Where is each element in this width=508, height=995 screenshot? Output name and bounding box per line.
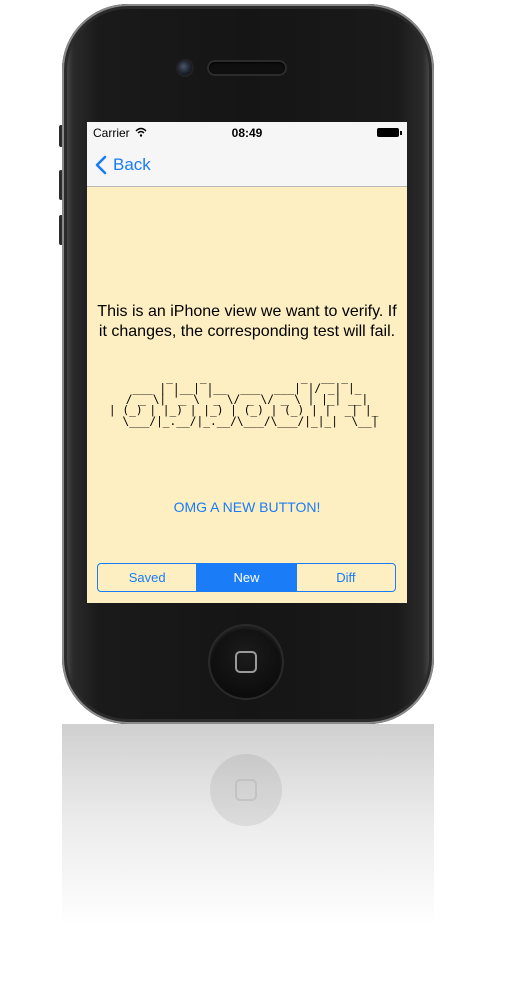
- camera-icon: [178, 61, 192, 75]
- back-button-label: Back: [113, 155, 151, 174]
- speaker-grille: [209, 62, 285, 74]
- reflection-home-button: [210, 754, 282, 826]
- phone-reflection: [62, 724, 434, 995]
- segment-saved[interactable]: Saved: [98, 564, 198, 591]
- status-bar: Carrier 08:49: [87, 122, 407, 142]
- omg-new-button[interactable]: OMG A NEW BUTTON!: [87, 499, 407, 515]
- device-screen: Carrier 08:49 Back This is an iPhone vie…: [87, 122, 407, 603]
- segment-diff[interactable]: Diff: [297, 564, 395, 591]
- status-time: 08:49: [231, 126, 263, 140]
- segmented-control: Saved New Diff: [97, 563, 396, 592]
- home-button[interactable]: [210, 626, 282, 698]
- navigation-bar: Carrier 08:49 Back: [87, 122, 407, 187]
- page: Carrier 08:49 Back This is an iPhone vie…: [0, 0, 508, 995]
- reflection-square-icon: [235, 779, 257, 801]
- battery-icon: [377, 128, 402, 137]
- home-square-icon: [235, 651, 257, 673]
- description-text: This is an iPhone view we want to verify…: [97, 303, 397, 340]
- chevron-left-icon: [95, 155, 107, 175]
- ascii-logo: _ _ _ __ _ ___ | |__| |__ ___ ___| |/ _|…: [108, 371, 379, 428]
- back-button[interactable]: Back: [95, 153, 151, 177]
- segment-new[interactable]: New: [197, 564, 297, 591]
